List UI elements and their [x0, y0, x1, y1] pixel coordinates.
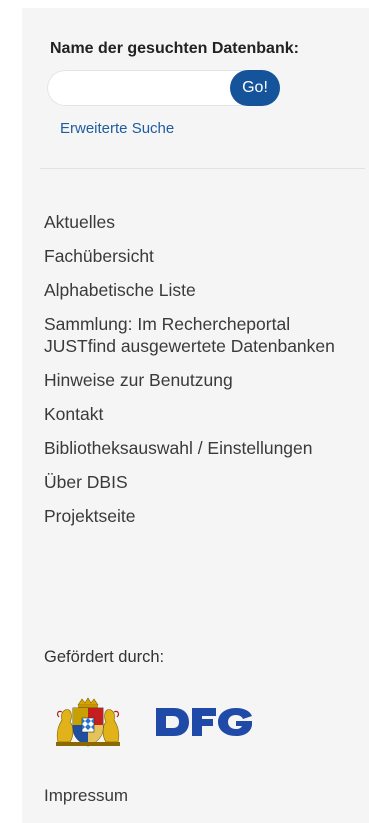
bavarian-coat-of-arms-logo[interactable] — [52, 696, 124, 748]
funded-by-label: Gefördert durch: — [44, 648, 165, 666]
advanced-search-link[interactable]: Erweiterte Suche — [60, 120, 174, 137]
nav-item-projektseite[interactable]: Projektseite — [44, 505, 364, 527]
dfg-logo[interactable] — [154, 700, 254, 744]
sidebar-nav: Aktuelles Fachübersicht Alphabetische Li… — [44, 211, 364, 539]
search-title: Name der gesuchten Datenbank: — [50, 40, 299, 57]
nav-item-aktuelles[interactable]: Aktuelles — [44, 211, 364, 233]
nav-item-fachuebersicht[interactable]: Fachübersicht — [44, 245, 364, 267]
nav-item-kontakt[interactable]: Kontakt — [44, 403, 364, 425]
nav-item-sammlung-justfind[interactable]: Sammlung: Im Rechercheportal JUSTfind au… — [44, 313, 364, 357]
go-button[interactable]: Go! — [230, 70, 280, 106]
nav-item-ueber-dbis[interactable]: Über DBIS — [44, 471, 364, 493]
divider — [40, 168, 365, 169]
imprint-link[interactable]: Impressum — [44, 786, 128, 806]
nav-item-bibliotheksauswahl[interactable]: Bibliotheksauswahl / Einstellungen — [44, 437, 364, 459]
search-box: Go! — [47, 70, 280, 106]
search-input[interactable] — [59, 70, 229, 106]
nav-item-alphabetische-liste[interactable]: Alphabetische Liste — [44, 279, 364, 301]
nav-item-hinweise[interactable]: Hinweise zur Benutzung — [44, 369, 364, 391]
